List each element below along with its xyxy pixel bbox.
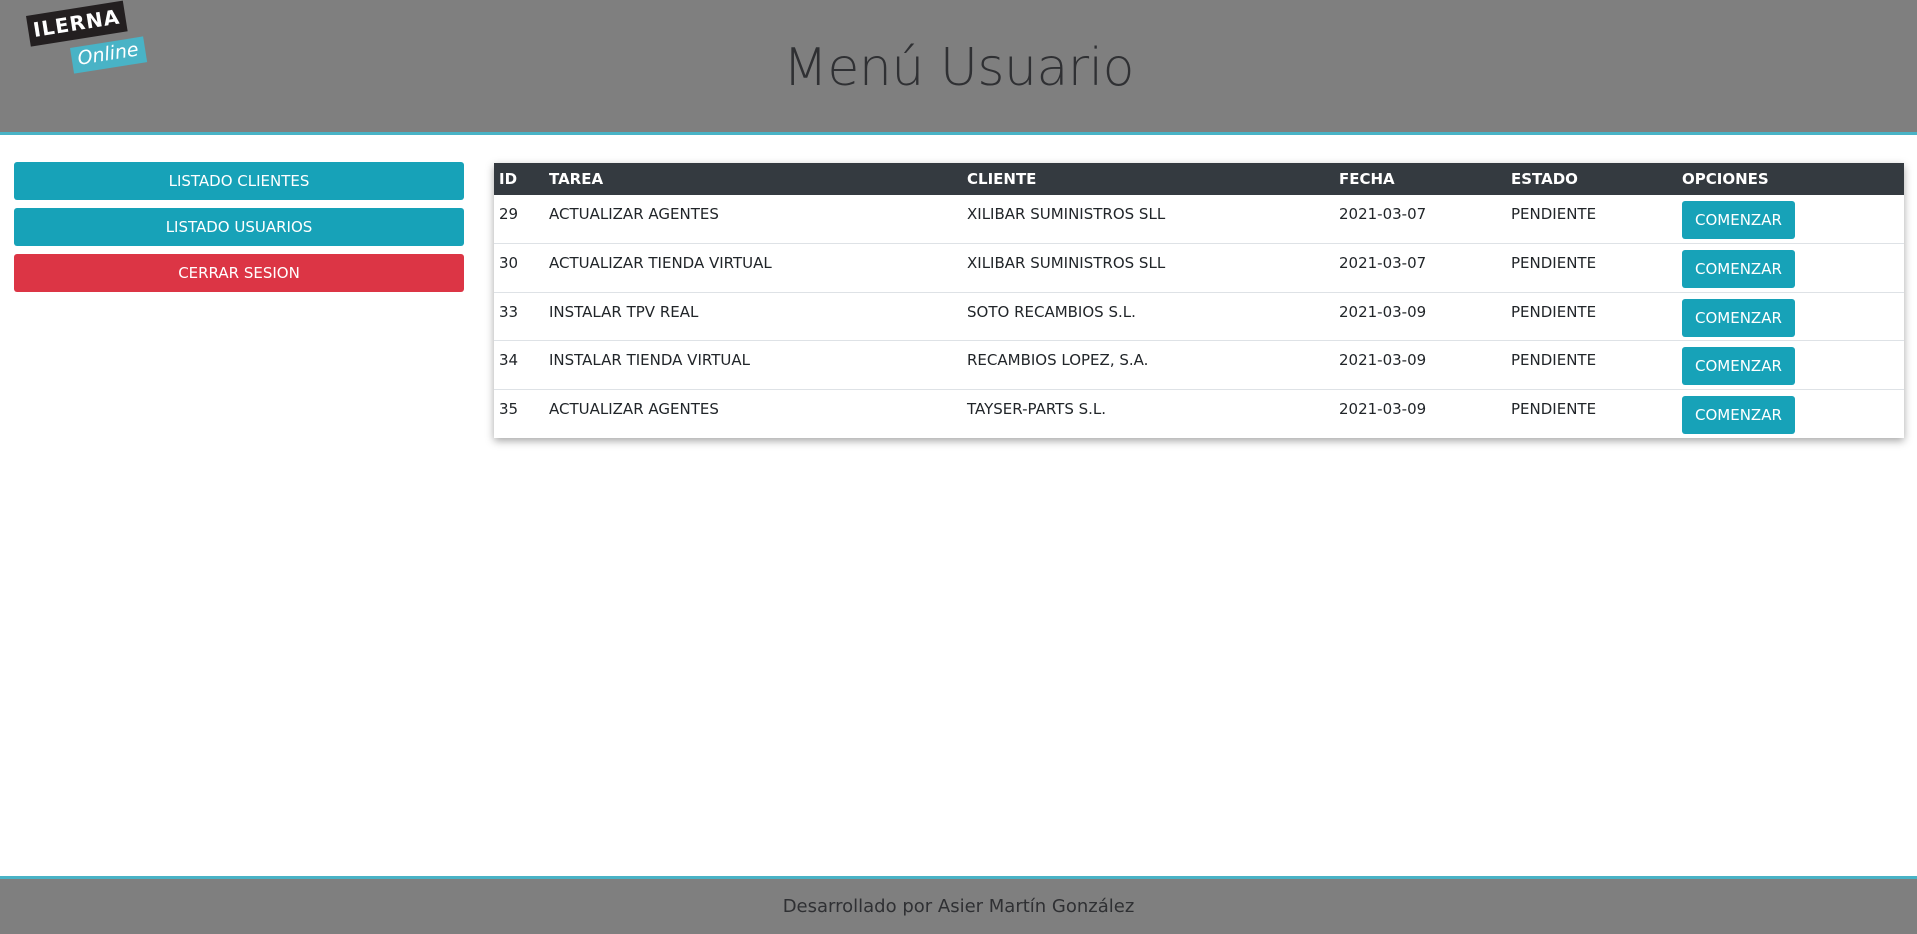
comenzar-button[interactable]: COMENZAR	[1682, 250, 1795, 289]
cell-tarea: ACTUALIZAR AGENTES	[544, 388, 962, 438]
cell-opciones: COMENZAR	[1677, 388, 1904, 438]
comenzar-button[interactable]: COMENZAR	[1682, 395, 1795, 434]
cell-cliente: SOTO RECAMBIOS S.L.	[962, 291, 1334, 341]
column-header-id: ID	[494, 163, 544, 195]
comenzar-button[interactable]: COMENZAR	[1682, 298, 1795, 337]
column-header-fecha: FECHA	[1334, 163, 1506, 195]
column-header-opciones: OPCIONES	[1677, 163, 1904, 195]
table-row: 33 INSTALAR TPV REAL SOTO RECAMBIOS S.L.…	[494, 291, 1904, 341]
cell-id: 33	[494, 291, 544, 341]
cell-estado: PENDIENTE	[1506, 291, 1677, 341]
cell-tarea: ACTUALIZAR TIENDA VIRTUAL	[544, 243, 962, 293]
cell-cliente: XILIBAR SUMINISTROS SLL	[967, 205, 1166, 223]
page-title: Menú Usuario	[783, 38, 1134, 98]
cell-fecha: 2021-03-07	[1339, 205, 1427, 223]
listado-clientes-button[interactable]: LISTADO CLIENTES	[14, 162, 464, 200]
cell-id: 35	[494, 388, 544, 438]
cell-opciones: COMENZAR	[1677, 291, 1904, 341]
table-row: 30 ACTUALIZAR TIENDA VIRTUAL XILIBAR SUM…	[494, 243, 1904, 293]
column-header-estado: ESTADO	[1506, 163, 1677, 195]
table-row: 34 INSTALAR TIENDA VIRTUAL RECAMBIOS LOP…	[494, 340, 1904, 390]
table-header: ID TAREA CLIENTE FECHA ESTADO OPCIONES	[494, 163, 1904, 195]
cell-opciones: COMENZAR	[1677, 340, 1904, 390]
cell-cliente: RECAMBIOS LOPEZ, S.A.	[962, 340, 1334, 390]
cell-fecha: 2021-03-09	[1334, 340, 1506, 390]
cell-estado: PENDIENTE	[1511, 205, 1597, 223]
cell-tarea: INSTALAR TPV REAL	[544, 291, 962, 341]
cell-fecha: 2021-03-09	[1334, 291, 1506, 341]
listado-usuarios-button[interactable]: LISTADO USUARIOS	[14, 208, 464, 246]
cell-cliente: TAYSER-PARTS S.L.	[962, 388, 1334, 438]
cell-estado: PENDIENTE	[1506, 243, 1677, 293]
column-header-tarea: TAREA	[544, 163, 962, 195]
page-footer: Desarrollado por Asier Martín González	[0, 876, 1917, 934]
tasks-table: ID TAREA CLIENTE FECHA ESTADO OPCIONES 2…	[494, 163, 1904, 438]
column-header-cliente: CLIENTE	[962, 163, 1334, 195]
cell-id: 29	[499, 205, 519, 223]
footer-credits: Desarrollado por Asier Martín González	[782, 896, 1135, 917]
comenzar-button[interactable]: COMENZAR	[1682, 347, 1795, 386]
cell-opciones: COMENZAR	[1677, 243, 1904, 293]
cell-estado: PENDIENTE	[1506, 388, 1677, 438]
table-body: 29 ACTUALIZAR AGENTES XILIBAR SUMINISTRO…	[494, 195, 1904, 438]
cell-id: 30	[494, 243, 544, 293]
cell-fecha: 2021-03-09	[1334, 388, 1506, 438]
sidebar: LISTADO CLIENTES LISTADO USUARIOS CERRAR…	[14, 162, 464, 300]
cell-opciones: COMENZAR	[1677, 195, 1904, 244]
table-row: 35 ACTUALIZAR AGENTES TAYSER-PARTS S.L. …	[494, 388, 1904, 438]
tasks-table-container: ID TAREA CLIENTE FECHA ESTADO OPCIONES 2…	[494, 163, 1904, 438]
cerrar-sesion-button[interactable]: CERRAR SESION	[14, 254, 464, 292]
cell-fecha: 2021-03-07	[1334, 243, 1506, 293]
page-header: ILERNA Online Menú Usuario	[0, 0, 1917, 135]
cell-tarea: INSTALAR TIENDA VIRTUAL	[544, 340, 962, 390]
cell-id: 34	[494, 340, 544, 390]
cell-estado: PENDIENTE	[1506, 340, 1677, 390]
cell-cliente: XILIBAR SUMINISTROS SLL	[962, 243, 1334, 293]
cell-tarea: ACTUALIZAR AGENTES	[549, 205, 719, 223]
comenzar-button[interactable]: COMENZAR	[1682, 201, 1795, 239]
table-row: 29 ACTUALIZAR AGENTES XILIBAR SUMINISTRO…	[494, 195, 1904, 244]
table-header-row: ID TAREA CLIENTE FECHA ESTADO OPCIONES	[494, 163, 1904, 195]
